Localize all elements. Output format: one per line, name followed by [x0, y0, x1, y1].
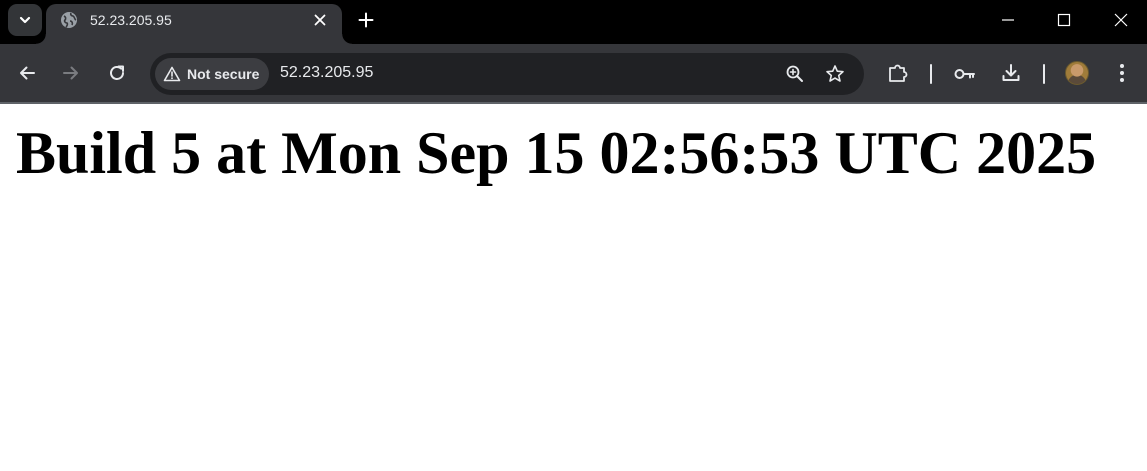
tab-strip: 52.23.205.95	[0, 0, 1147, 44]
close-icon	[314, 14, 326, 26]
close-tab-button[interactable]	[310, 10, 330, 30]
globe-icon	[61, 12, 77, 28]
minimize-icon	[1002, 19, 1014, 21]
arrow-left-icon	[20, 66, 35, 80]
puzzle-icon	[889, 64, 908, 82]
reload-icon	[110, 65, 124, 80]
warning-icon	[163, 66, 181, 82]
avatar[interactable]	[1065, 61, 1089, 85]
chevron-down-icon	[19, 16, 31, 24]
reload-button[interactable]	[103, 59, 131, 87]
close-window-button[interactable]	[1106, 6, 1136, 34]
security-chip-label: Not secure	[187, 66, 260, 82]
download-icon	[1002, 64, 1020, 81]
browser-toolbar: Not secure 52.23.205.95	[0, 44, 1147, 102]
close-icon	[1114, 13, 1128, 27]
tab-title: 52.23.205.95	[90, 12, 172, 28]
extensions-button[interactable]	[884, 59, 912, 87]
arrow-right-icon	[63, 66, 78, 80]
downloads-button[interactable]	[997, 59, 1025, 87]
toolbar-separator	[1043, 64, 1045, 84]
page-heading: Build 5 at Mon Sep 15 02:56:53 UTC 2025	[16, 120, 1097, 186]
toolbar-divider	[0, 102, 1147, 104]
tab-search-button[interactable]	[8, 4, 42, 36]
star-icon	[826, 65, 844, 82]
url-text[interactable]: 52.23.205.95	[280, 64, 373, 82]
passwords-button[interactable]	[951, 60, 979, 88]
security-chip[interactable]: Not secure	[155, 58, 269, 90]
toolbar-separator	[930, 64, 932, 84]
menu-button[interactable]	[1108, 59, 1136, 87]
new-tab-button[interactable]	[355, 9, 377, 31]
forward-button[interactable]	[57, 59, 85, 87]
zoom-button[interactable]	[781, 60, 809, 88]
maximize-button[interactable]	[1049, 6, 1079, 34]
address-bar[interactable]: Not secure 52.23.205.95	[150, 53, 864, 95]
minimize-button[interactable]	[993, 6, 1023, 34]
plus-icon	[358, 12, 374, 28]
maximize-icon	[1057, 13, 1071, 27]
active-tab[interactable]: 52.23.205.95	[36, 4, 352, 44]
zoom-in-icon	[786, 65, 803, 82]
key-icon	[954, 69, 975, 79]
kebab-menu-icon	[1120, 64, 1124, 82]
back-button[interactable]	[13, 59, 41, 87]
bookmark-button[interactable]	[821, 60, 849, 88]
